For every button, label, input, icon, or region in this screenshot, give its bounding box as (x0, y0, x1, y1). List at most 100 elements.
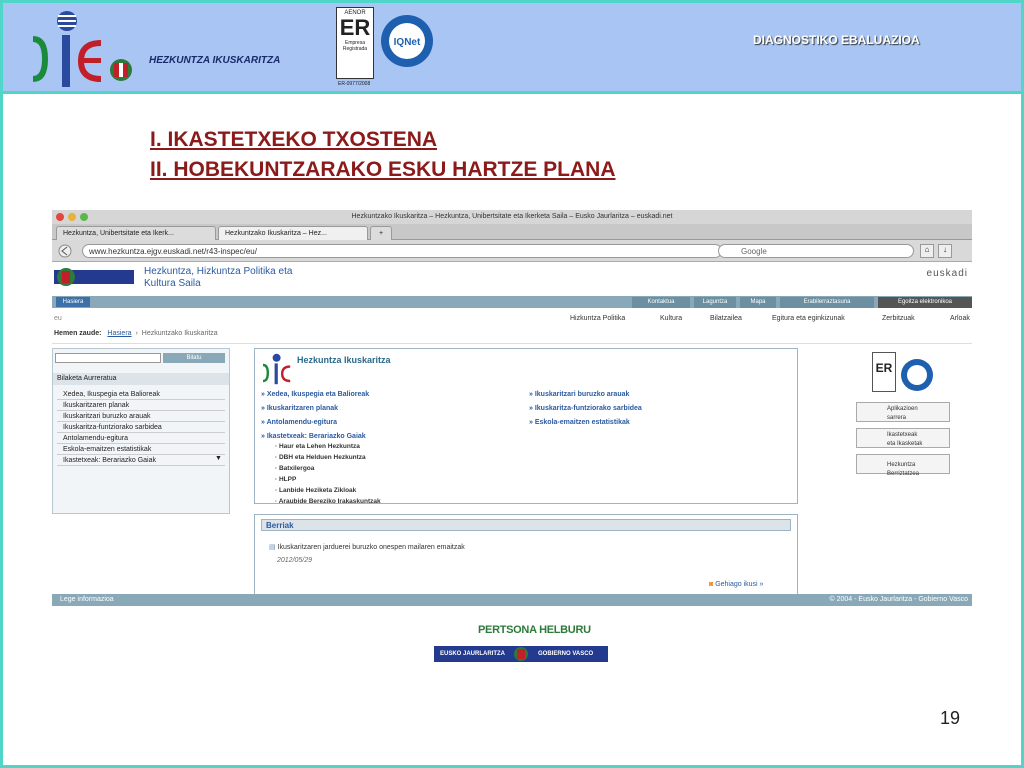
news-more-label: Gehiago ikusi (715, 581, 758, 588)
maximize-icon[interactable] (80, 213, 88, 221)
news-heading: Berriak (261, 519, 791, 531)
close-icon[interactable] (56, 213, 64, 221)
tab-bar: Hezkuntza, Unibertsitate eta Ikerk... He… (52, 224, 972, 240)
tab-ikuskaritza[interactable]: Hezkuntzako Ikuskaritza – Hez... (218, 226, 368, 240)
header-org-name: HEZKUNTZA IKUSKARITZA (149, 55, 281, 66)
sub-link-label: Araubide Bereziko Irakaskuntzak (278, 498, 381, 505)
sub-link-batxilergoa[interactable]: · Batxilergoa (275, 465, 314, 472)
sidebar-item-planak[interactable]: Ikuskaritzaren planak (57, 400, 225, 411)
main-link-label: Xedea, Ikuspegia eta Balioreak (266, 391, 370, 398)
sidebar-item-ikastetxeak[interactable]: Ikastetxeak: Berariazko Gaiak (57, 455, 225, 466)
main-link-arauak[interactable]: » Ikuskaritzari buruzko arauak (529, 391, 629, 398)
nav-bar: Hasiera Kontaktua Laguntza Mapa Erabiler… (52, 296, 972, 308)
home-button[interactable]: Hasiera (56, 297, 90, 307)
nav-kontaktua[interactable]: Kontaktua (632, 297, 690, 308)
sub-link-lanbide[interactable]: · Lanbide Heziketa Zikloak (275, 487, 356, 494)
url-bar: www.hezkuntza.ejgv.euskadi.net/r43-inspe… (52, 240, 972, 262)
iqnet-text: IQNet (394, 37, 421, 48)
basque-shield-icon (110, 59, 132, 81)
main-link-antolamendu[interactable]: » Antolamendu-egitura (261, 419, 337, 426)
main-link-label: Ikuskaritzaren planak (266, 405, 339, 412)
rbtn-line1: Hezkuntza Berriztatzea (887, 462, 920, 477)
sidebar-item-xedea[interactable]: Xedea, Ikuspegia eta Balioreak (57, 389, 225, 400)
sub-link-araubide[interactable]: · Araubide Bereziko Irakaskuntzak (275, 498, 381, 505)
breadcrumb: Hemen zaude: Hasiera › Hezkuntzako Ikusk… (52, 330, 972, 344)
main-link-sarbidea[interactable]: » Ikuskaritza-funtziorako sarbidea (529, 405, 642, 412)
sub-link-label: DBH eta Helduen Hezkuntza (278, 454, 366, 461)
basque-shield-small-icon (514, 647, 528, 661)
euskadi-logo[interactable]: euskadi (927, 268, 968, 279)
sidebar-item-sarbidea[interactable]: Ikuskaritza-funtziorako sarbidea (57, 422, 225, 433)
main-link-estatistikak[interactable]: » Eskola-emaitzen estatistikak (529, 419, 630, 426)
advanced-search-link[interactable]: Bilaketa Aurreratua (53, 373, 229, 385)
nav-egoitza[interactable]: Egoitza elektronikoa (878, 297, 972, 308)
rss-icon: ◙ (709, 581, 714, 588)
subnav-arloak[interactable]: Arloak (950, 315, 970, 322)
main-panel: Hezkuntza Ikuskaritza » Xedea, Ikuspegia… (254, 348, 798, 505)
browser-window: Hezkuntzako Ikuskaritza – Hezkuntza, Uni… (52, 210, 972, 610)
dept-name[interactable]: Hezkuntza, Hizkuntza Politika eta Kultur… (144, 266, 294, 290)
news-item-title: Ikuskaritzaren jarduerei buruzko onespen… (277, 544, 465, 551)
nav-mapa[interactable]: Mapa (740, 297, 776, 308)
rbtn-line2: sarrera (887, 415, 907, 421)
sub-nav: eu Hizkuntza Politika Kultura Bilatzaile… (52, 312, 972, 326)
main-link-ikastetxeak[interactable]: » Ikastetxeak: Berariazko Gaiak (261, 433, 366, 440)
subnav-zerbitzuak[interactable]: Zerbitzuak (882, 315, 915, 322)
window-titlebar: Hezkuntzako Ikuskaritza – Hezkuntza, Uni… (52, 210, 972, 224)
aenor-sub: Empresa Registrada (342, 40, 368, 52)
nav-laguntza[interactable]: Laguntza (694, 297, 736, 308)
apps-access-button[interactable]: Aplikazioen sarrera (856, 402, 950, 422)
main-link-xedea[interactable]: » Xedea, Ikuspegia eta Balioreak (261, 391, 369, 398)
sub-link-hlpp[interactable]: · HLPP (275, 476, 296, 483)
legal-link[interactable]: Lege informazioa (60, 596, 114, 603)
cert-code: ER-0977/2008 (338, 81, 371, 87)
home-icon[interactable]: ⌂ (920, 244, 934, 258)
sidebar-item-antolamendu[interactable]: Antolamendu-egitura (57, 433, 225, 444)
eusko-jaurlaritza-logo-icon (54, 268, 134, 286)
sub-link-dbh[interactable]: · DBH eta Helduen Hezkuntza (275, 454, 366, 461)
ihe-logo-icon (32, 11, 102, 87)
main-link-label: Antolamendu-egitura (266, 419, 337, 426)
sub-link-haur[interactable]: · Haur eta Lehen Hezkuntza (275, 443, 360, 450)
sub-link-label: Batxilergoa (278, 465, 315, 472)
main-link-label: Eskola-emaitzen estatistikak (534, 419, 630, 426)
tab-label: Hezkuntza, Unibertsitate eta Ikerk... (63, 230, 174, 237)
innovation-button[interactable]: Hezkuntza Berriztatzea (856, 454, 950, 477)
sidebar-search-button[interactable]: Bilatu (163, 353, 225, 363)
breadcrumb-label: Hemen zaude: (54, 330, 102, 337)
url-input[interactable]: www.hezkuntza.ejgv.euskadi.net/r43-inspe… (82, 244, 722, 258)
download-icon[interactable]: ↓ (938, 244, 952, 258)
news-more-link[interactable]: ◙ Gehiago ikusi » (709, 581, 763, 588)
sidebar-item-arauak[interactable]: Ikuskaritzari buruzko arauak (57, 411, 225, 422)
breadcrumb-home[interactable]: Hasiera (107, 330, 131, 337)
minimize-icon[interactable] (68, 213, 76, 221)
sub-link-label: Lanbide Heziketa Zikloak (278, 487, 357, 494)
search-input[interactable]: Google (718, 244, 914, 258)
sidebar-item-estatistikak[interactable]: Eskola-emaitzen estatistikak (57, 444, 225, 455)
chevron-down-icon[interactable]: ▼ (215, 455, 222, 462)
back-icon[interactable] (58, 244, 74, 258)
window-title: Hezkuntzako Ikuskaritza – Hezkuntza, Uni… (351, 213, 673, 220)
subnav-hizkuntza[interactable]: Hizkuntza Politika (570, 315, 625, 322)
ihe-logo-small-icon (262, 353, 291, 385)
tab-hezkuntza[interactable]: Hezkuntza, Unibertsitate eta Ikerk... (56, 226, 216, 240)
gov-logo-bar: EUSKO JAURLARITZA GOBIERNO VASCO (434, 646, 608, 662)
site-footer: Lege informazioa © 2004 - Eusko Jaurlari… (52, 594, 972, 606)
main-link-label: Ikuskaritza-funtziorako sarbidea (534, 405, 642, 412)
lang-selector[interactable]: eu (54, 315, 62, 322)
sidebar: Bilatu Bilaketa Aurreratua Xedea, Ikuspe… (52, 348, 230, 514)
sidebar-search-input[interactable] (55, 353, 161, 363)
subnav-bilatzailea[interactable]: Bilatzailea (710, 315, 742, 322)
news-item[interactable]: ▤ Ikuskaritzaren jarduerei buruzko onesp… (269, 543, 465, 551)
schools-button[interactable]: Ikastetxeak eta Ikasketak (856, 428, 950, 448)
new-tab-button[interactable]: + (370, 226, 392, 240)
nav-erabilerraztasuna[interactable]: Erabilerraztasuna (780, 297, 874, 308)
main-link-planak[interactable]: » Ikuskaritzaren planak (261, 405, 338, 412)
sub-link-label: Haur eta Lehen Hezkuntza (278, 443, 360, 450)
copyright: © 2004 - Eusko Jaurlaritza - Gobierno Va… (829, 596, 968, 603)
slide-title-1: I. IKASTETXEKO TXOSTENA (150, 128, 438, 151)
sub-link-label: HLPP (278, 476, 297, 483)
iqnet-seal-icon: IQNet (381, 15, 433, 67)
subnav-kultura[interactable]: Kultura (660, 315, 682, 322)
subnav-egitura[interactable]: Egitura eta eginkizunak (772, 315, 845, 322)
